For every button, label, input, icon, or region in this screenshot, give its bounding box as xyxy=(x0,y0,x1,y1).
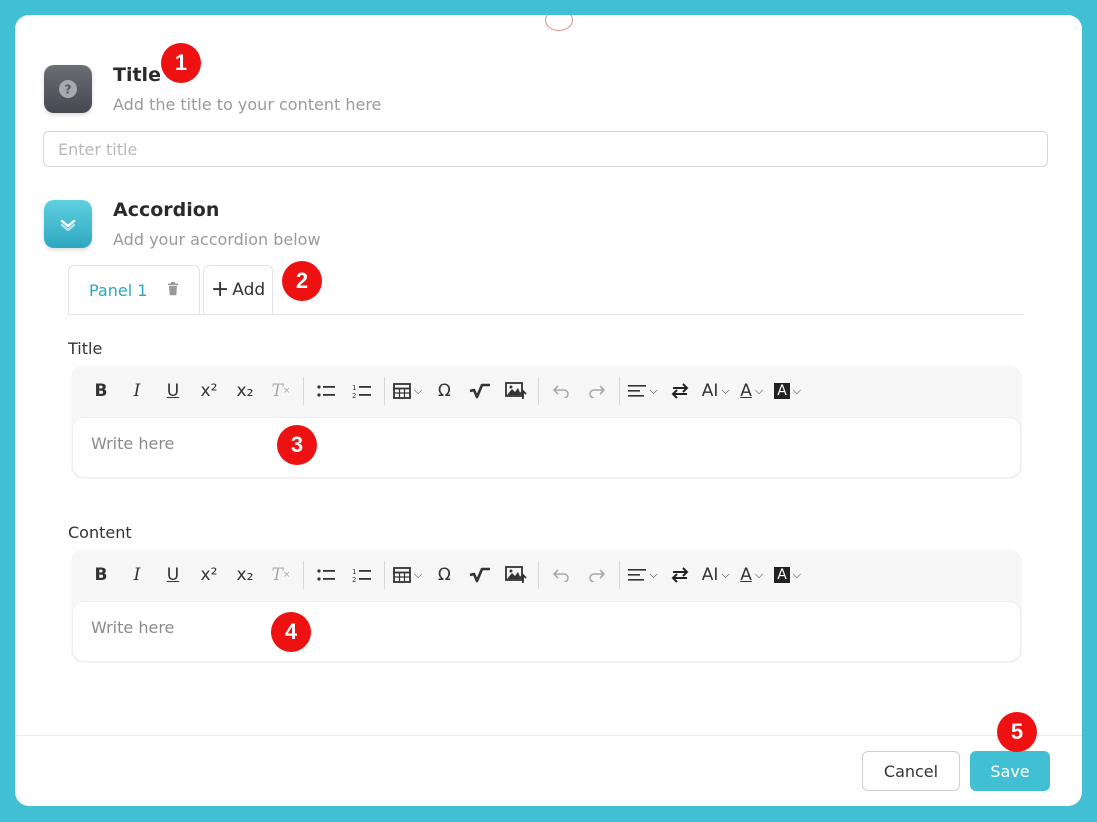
plus-icon: + xyxy=(210,277,230,302)
svg-text:2: 2 xyxy=(352,392,356,399)
panel-content-label: Content xyxy=(68,523,132,542)
text-direction-icon[interactable] xyxy=(666,561,694,589)
underline-button[interactable]: U xyxy=(159,377,187,405)
bulleted-list-icon[interactable] xyxy=(312,561,340,589)
svg-text:2: 2 xyxy=(352,576,356,583)
undo-icon[interactable] xyxy=(547,561,575,589)
bulleted-list-icon[interactable] xyxy=(312,377,340,405)
redo-icon[interactable] xyxy=(583,377,611,405)
top-indicator xyxy=(545,15,573,31)
insert-image-icon[interactable] xyxy=(502,377,530,405)
special-character-button[interactable]: Ω xyxy=(430,561,458,589)
table-icon[interactable]: ⌵ xyxy=(393,561,422,589)
editor-toolbar: B I U x² x₂ T × 12 ⌵ Ω ⌵ AI ⌵ A ⌵ A ⌵ xyxy=(71,550,1022,600)
toolbar-divider xyxy=(538,377,540,405)
bold-button[interactable]: B xyxy=(87,377,115,405)
clear-format-button[interactable]: T × xyxy=(267,377,295,405)
cancel-button[interactable]: Cancel xyxy=(862,751,960,791)
question-icon: ? xyxy=(44,65,92,113)
superscript-button[interactable]: x² xyxy=(195,377,223,405)
math-formula-icon[interactable] xyxy=(466,377,494,405)
toolbar-divider xyxy=(538,561,540,589)
undo-icon[interactable] xyxy=(547,377,575,405)
subscript-button[interactable]: x₂ xyxy=(231,377,259,405)
svg-text:?: ? xyxy=(65,83,72,97)
title-input[interactable] xyxy=(43,131,1048,167)
table-icon[interactable]: ⌵ xyxy=(393,377,422,405)
toolbar-divider xyxy=(303,561,304,589)
marker-1: 1 xyxy=(161,43,201,83)
save-button[interactable]: Save xyxy=(970,751,1050,791)
subscript-button[interactable]: x₂ xyxy=(231,561,259,589)
toolbar-divider xyxy=(303,377,304,405)
chevron-down-icon: ⌵ xyxy=(649,384,658,397)
text-direction-icon[interactable] xyxy=(666,377,694,405)
font-size-button[interactable]: AI ⌵ xyxy=(702,561,730,589)
chevron-down-icon: ⌵ xyxy=(721,384,730,397)
italic-button[interactable]: I xyxy=(123,377,151,405)
special-character-button[interactable]: Ω xyxy=(430,377,458,405)
superscript-button[interactable]: x² xyxy=(195,561,223,589)
background-color-button[interactable]: A ⌵ xyxy=(774,561,802,589)
footer-divider xyxy=(15,735,1082,736)
underline-button[interactable]: U xyxy=(159,561,187,589)
panel-tabs: Panel 1 + Add xyxy=(68,265,1024,315)
add-panel-label: Add xyxy=(232,280,266,300)
title-editor-input[interactable]: Write here xyxy=(72,417,1021,478)
chevron-down-icon: ⌵ xyxy=(649,568,658,581)
clear-format-button[interactable]: T × xyxy=(267,561,295,589)
accordion-editor-modal: ? Title Add the title to your content he… xyxy=(15,15,1082,806)
align-left-icon[interactable]: ⌵ xyxy=(628,561,658,589)
math-formula-icon[interactable] xyxy=(466,561,494,589)
toolbar-divider xyxy=(619,377,621,405)
title-section-subtitle: Add the title to your content here xyxy=(113,95,382,114)
chevron-down-icon: ⌵ xyxy=(414,384,423,397)
background-color-button[interactable]: A ⌵ xyxy=(774,377,802,405)
marker-2: 2 xyxy=(282,261,322,301)
tab-panel-1[interactable]: Panel 1 xyxy=(68,265,200,314)
toolbar-divider xyxy=(384,377,385,405)
accordion-section-subtitle: Add your accordion below xyxy=(113,230,321,249)
marker-4: 4 xyxy=(271,612,311,652)
svg-text:1: 1 xyxy=(352,568,356,576)
align-left-icon[interactable]: ⌵ xyxy=(628,377,658,405)
title-rich-text-editor: B I U x² x₂ T × 12 ⌵ Ω ⌵ AI ⌵ A ⌵ A ⌵ Write … xyxy=(71,366,1022,479)
chevron-down-icon: ⌵ xyxy=(721,568,730,581)
font-size-button[interactable]: AI ⌵ xyxy=(702,377,730,405)
svg-text:1: 1 xyxy=(352,384,356,392)
bold-button[interactable]: B xyxy=(87,561,115,589)
redo-icon[interactable] xyxy=(583,561,611,589)
marker-5: 5 xyxy=(997,712,1037,752)
chevron-down-icon xyxy=(44,200,92,248)
content-editor-input[interactable]: Write here xyxy=(72,601,1021,662)
trash-icon[interactable] xyxy=(167,281,179,300)
add-panel-button[interactable]: + Add xyxy=(203,265,273,314)
editor-toolbar: B I U x² x₂ T × 12 ⌵ Ω ⌵ AI ⌵ A ⌵ A ⌵ xyxy=(71,366,1022,416)
tab-panel-1-label: Panel 1 xyxy=(89,280,148,300)
content-rich-text-editor: B I U x² x₂ T × 12 ⌵ Ω ⌵ AI ⌵ A ⌵ A ⌵ Write … xyxy=(71,550,1022,663)
title-section-heading: Title xyxy=(113,64,161,86)
chevron-down-icon: ⌵ xyxy=(754,568,764,581)
chevron-down-icon: ⌵ xyxy=(792,384,802,397)
toolbar-divider xyxy=(384,561,385,589)
chevron-down-icon: ⌵ xyxy=(792,568,802,581)
accordion-section-heading: Accordion xyxy=(113,199,220,221)
chevron-down-icon: ⌵ xyxy=(414,568,423,581)
insert-image-icon[interactable] xyxy=(502,561,530,589)
font-color-button[interactable]: A ⌵ xyxy=(738,561,766,589)
marker-3: 3 xyxy=(277,425,317,465)
numbered-list-icon[interactable]: 12 xyxy=(348,561,376,589)
font-color-button[interactable]: A ⌵ xyxy=(738,377,766,405)
chevron-down-icon: ⌵ xyxy=(754,384,764,397)
toolbar-divider xyxy=(619,561,621,589)
numbered-list-icon[interactable]: 12 xyxy=(348,377,376,405)
italic-button[interactable]: I xyxy=(123,561,151,589)
panel-title-label: Title xyxy=(68,339,103,358)
